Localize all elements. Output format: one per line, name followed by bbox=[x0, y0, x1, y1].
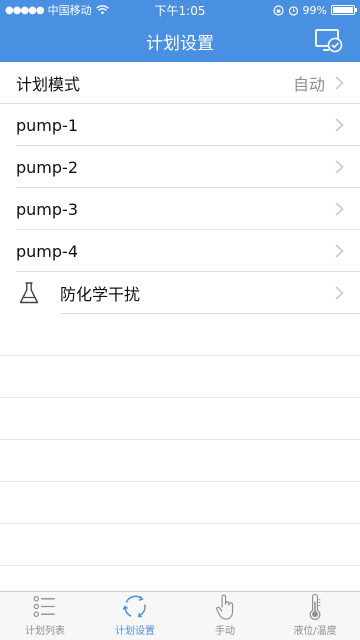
plan-settings-list: 计划模式 自动 pump-1 pump-2 pump-3 pump-4 防化学干… bbox=[0, 62, 360, 314]
plan-mode-label: 计划模式 bbox=[16, 75, 81, 94]
tab-plan-settings[interactable]: 计划设置 bbox=[90, 592, 180, 640]
flask-icon bbox=[19, 282, 39, 304]
empty-row bbox=[0, 482, 360, 524]
pump-label: pump-3 bbox=[16, 199, 78, 219]
chemical-interference-row[interactable]: 防化学干扰 bbox=[0, 272, 360, 314]
tab-bar: 计划列表 计划设置 手动 液位/温度 bbox=[0, 591, 360, 640]
chevron-right-icon bbox=[335, 160, 344, 174]
plan-mode-value: 自动 bbox=[292, 75, 325, 94]
refresh-cycle-icon bbox=[122, 595, 146, 618]
pump-4-row[interactable]: pump-4 bbox=[0, 230, 360, 272]
status-right: 99% bbox=[272, 3, 357, 17]
thermometer-icon bbox=[309, 593, 321, 620]
battery-icon bbox=[331, 5, 357, 15]
empty-row bbox=[0, 398, 360, 440]
status-left: ●●●●● 中国移动 bbox=[5, 2, 109, 18]
page-title: 计划设置 bbox=[146, 33, 214, 54]
tab-manual[interactable]: 手动 bbox=[180, 592, 270, 640]
chevron-right-icon bbox=[335, 202, 344, 216]
tab-label: 液位/温度 bbox=[293, 626, 337, 637]
battery-percent: 99% bbox=[302, 3, 327, 17]
chevron-right-icon bbox=[335, 118, 344, 132]
screen-check-icon[interactable] bbox=[314, 27, 344, 55]
tab-label: 计划列表 bbox=[25, 626, 65, 637]
empty-row bbox=[0, 524, 360, 566]
plan-mode-row[interactable]: 计划模式 自动 bbox=[0, 62, 360, 104]
status-bar: ●●●●● 中国移动 下午1:05 99% bbox=[0, 0, 360, 20]
signal-icon: ●●●●● bbox=[5, 4, 45, 16]
pump-1-row[interactable]: pump-1 bbox=[0, 104, 360, 146]
empty-row bbox=[0, 356, 360, 398]
tab-label: 计划设置 bbox=[115, 626, 155, 637]
pump-3-row[interactable]: pump-3 bbox=[0, 188, 360, 230]
chevron-right-icon bbox=[335, 244, 344, 258]
wifi-icon bbox=[95, 5, 109, 15]
pump-label: pump-4 bbox=[16, 241, 78, 261]
tab-label: 手动 bbox=[215, 626, 235, 637]
rotation-lock-icon bbox=[272, 4, 284, 16]
tab-level-temperature[interactable]: 液位/温度 bbox=[270, 592, 360, 640]
nav-bar: 计划设置 bbox=[0, 20, 360, 62]
battery-level bbox=[333, 7, 353, 13]
tab-plan-list[interactable]: 计划列表 bbox=[0, 592, 90, 640]
list-icon bbox=[33, 596, 55, 617]
empty-list-area bbox=[0, 314, 360, 566]
hand-pointer-icon bbox=[216, 594, 234, 620]
chemical-interference-label: 防化学干扰 bbox=[60, 285, 141, 304]
chevron-right-icon bbox=[335, 286, 344, 300]
pump-label: pump-2 bbox=[16, 157, 78, 177]
chevron-right-icon bbox=[335, 76, 344, 90]
alarm-icon bbox=[288, 5, 298, 16]
empty-row bbox=[0, 314, 360, 356]
pump-2-row[interactable]: pump-2 bbox=[0, 146, 360, 188]
pump-label: pump-1 bbox=[16, 115, 78, 135]
empty-row bbox=[0, 440, 360, 482]
carrier-label: 中国移动 bbox=[47, 4, 92, 17]
